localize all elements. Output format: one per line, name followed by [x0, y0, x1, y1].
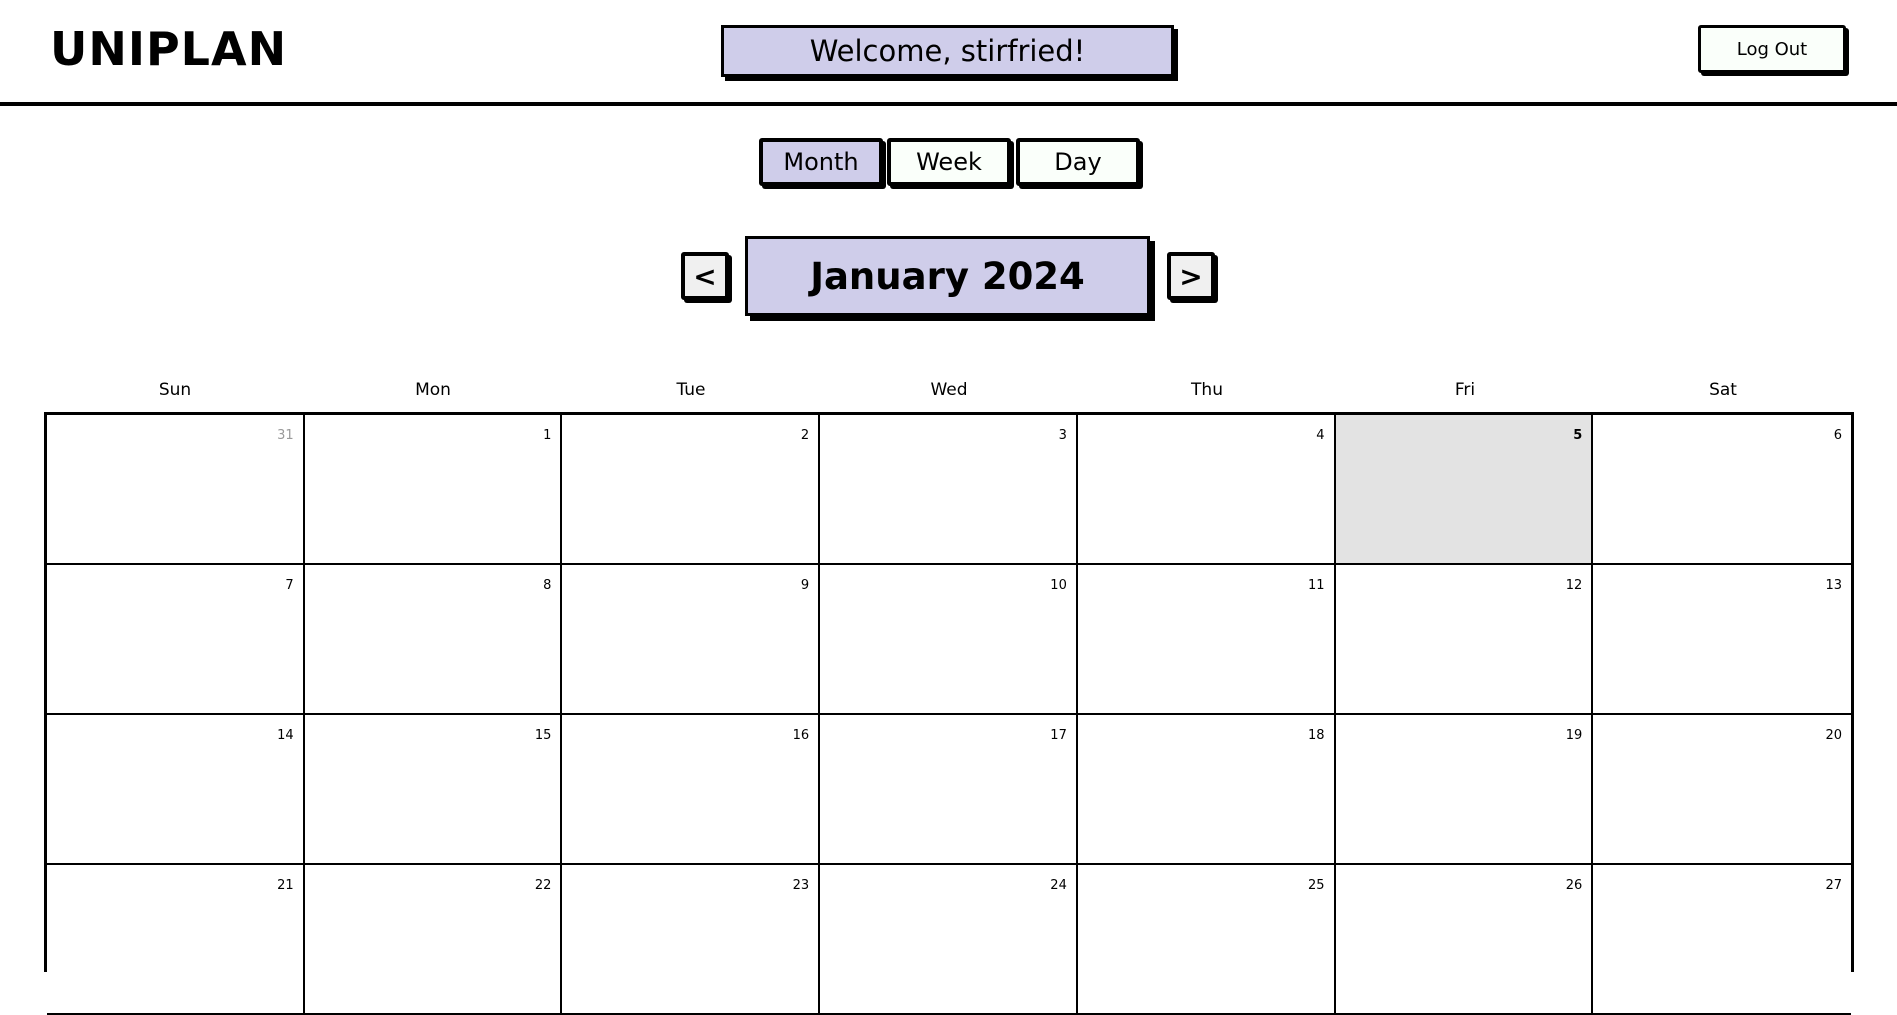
calendar-day-cell[interactable]: 20	[1593, 715, 1851, 865]
day-number: 24	[1050, 878, 1067, 893]
weekday-wed: Wed	[930, 380, 968, 400]
calendar-day-cell-today[interactable]: 5	[1335, 415, 1594, 565]
weekday-header-row: Sun Mon Tue Wed Thu Fri Sat	[46, 380, 1852, 404]
calendar-day-cell[interactable]: 24	[820, 865, 1078, 1015]
calendar-grid: 31 1 2 3 4 5 6 7 8 9 10 11 12 13 14 15 16 17 18 19 20 21 22 23 2…	[44, 412, 1854, 1015]
calendar-day-cell[interactable]: 8	[304, 565, 563, 715]
day-number: 25	[1308, 878, 1325, 893]
welcome-banner: Welcome, stirfried!	[721, 25, 1174, 77]
calendar-day-cell[interactable]: 16	[562, 715, 821, 865]
weekday-sat: Sat	[1709, 380, 1737, 400]
day-number: 20	[1825, 728, 1842, 743]
calendar-day-cell[interactable]: 10	[820, 565, 1078, 715]
day-number: 14	[277, 728, 294, 743]
weekday-thu: Thu	[1191, 380, 1223, 400]
logout-button[interactable]: Log Out	[1698, 25, 1846, 73]
calendar-day-cell[interactable]: 17	[820, 715, 1078, 865]
day-number: 9	[800, 578, 810, 593]
prev-month-button[interactable]: <	[681, 252, 729, 300]
day-number: 13	[1825, 578, 1842, 593]
view-day-button[interactable]: Day	[1016, 138, 1140, 186]
day-number: 15	[534, 728, 552, 743]
day-number: 18	[1308, 728, 1325, 743]
calendar-day-cell[interactable]: 14	[47, 715, 305, 865]
calendar-day-cell[interactable]: 6	[1593, 415, 1851, 565]
day-number: 4	[1316, 428, 1325, 443]
calendar-day-cell[interactable]: 25	[1077, 865, 1336, 1015]
calendar-day-cell[interactable]: 1	[304, 415, 563, 565]
calendar-day-cell[interactable]: 31	[47, 415, 305, 565]
calendar-day-cell[interactable]: 23	[562, 865, 821, 1015]
calendar-day-cell[interactable]: 7	[47, 565, 305, 715]
day-number: 5	[1573, 428, 1583, 443]
day-number: 31	[277, 428, 294, 443]
day-number: 7	[285, 578, 294, 593]
day-number: 11	[1308, 578, 1325, 593]
calendar-day-cell[interactable]: 26	[1335, 865, 1594, 1015]
day-number: 16	[792, 728, 810, 743]
calendar-day-cell[interactable]: 15	[304, 715, 563, 865]
day-number: 27	[1825, 878, 1842, 893]
day-number: 3	[1058, 428, 1067, 443]
calendar-day-cell[interactable]: 9	[562, 565, 821, 715]
view-week-button[interactable]: Week	[887, 138, 1011, 186]
calendar-day-cell[interactable]: 12	[1335, 565, 1594, 715]
view-month-button[interactable]: Month	[759, 138, 883, 186]
calendar-day-cell[interactable]: 2	[562, 415, 821, 565]
day-number: 26	[1565, 878, 1583, 893]
weekday-tue: Tue	[676, 380, 706, 400]
day-number: 12	[1565, 578, 1583, 593]
day-number: 21	[277, 878, 294, 893]
day-number: 22	[534, 878, 552, 893]
calendar-day-cell[interactable]: 22	[304, 865, 563, 1015]
current-month-title: January 2024	[745, 236, 1150, 316]
day-number: 17	[1050, 728, 1067, 743]
calendar-day-cell[interactable]: 19	[1335, 715, 1594, 865]
calendar-day-cell[interactable]: 4	[1077, 415, 1336, 565]
day-number: 8	[543, 578, 552, 593]
calendar-day-cell[interactable]: 21	[47, 865, 305, 1015]
calendar-day-cell[interactable]: 11	[1077, 565, 1336, 715]
app-header: UNIPLAN Welcome, stirfried! Log Out	[0, 0, 1897, 106]
calendar-day-cell[interactable]: 27	[1593, 865, 1851, 1015]
day-number: 19	[1565, 728, 1583, 743]
day-number: 2	[800, 428, 810, 443]
next-month-button[interactable]: >	[1167, 252, 1215, 300]
weekday-fri: Fri	[1454, 380, 1476, 400]
weekday-mon: Mon	[415, 380, 451, 400]
calendar-day-cell[interactable]: 18	[1077, 715, 1336, 865]
day-number: 6	[1833, 428, 1842, 443]
day-number: 23	[792, 878, 810, 893]
calendar-day-cell[interactable]: 13	[1593, 565, 1851, 715]
day-number: 1	[543, 428, 552, 443]
app-logo: UNIPLAN	[50, 22, 288, 76]
weekday-sun: Sun	[158, 380, 192, 400]
calendar-day-cell[interactable]: 3	[820, 415, 1078, 565]
day-number: 10	[1050, 578, 1067, 593]
